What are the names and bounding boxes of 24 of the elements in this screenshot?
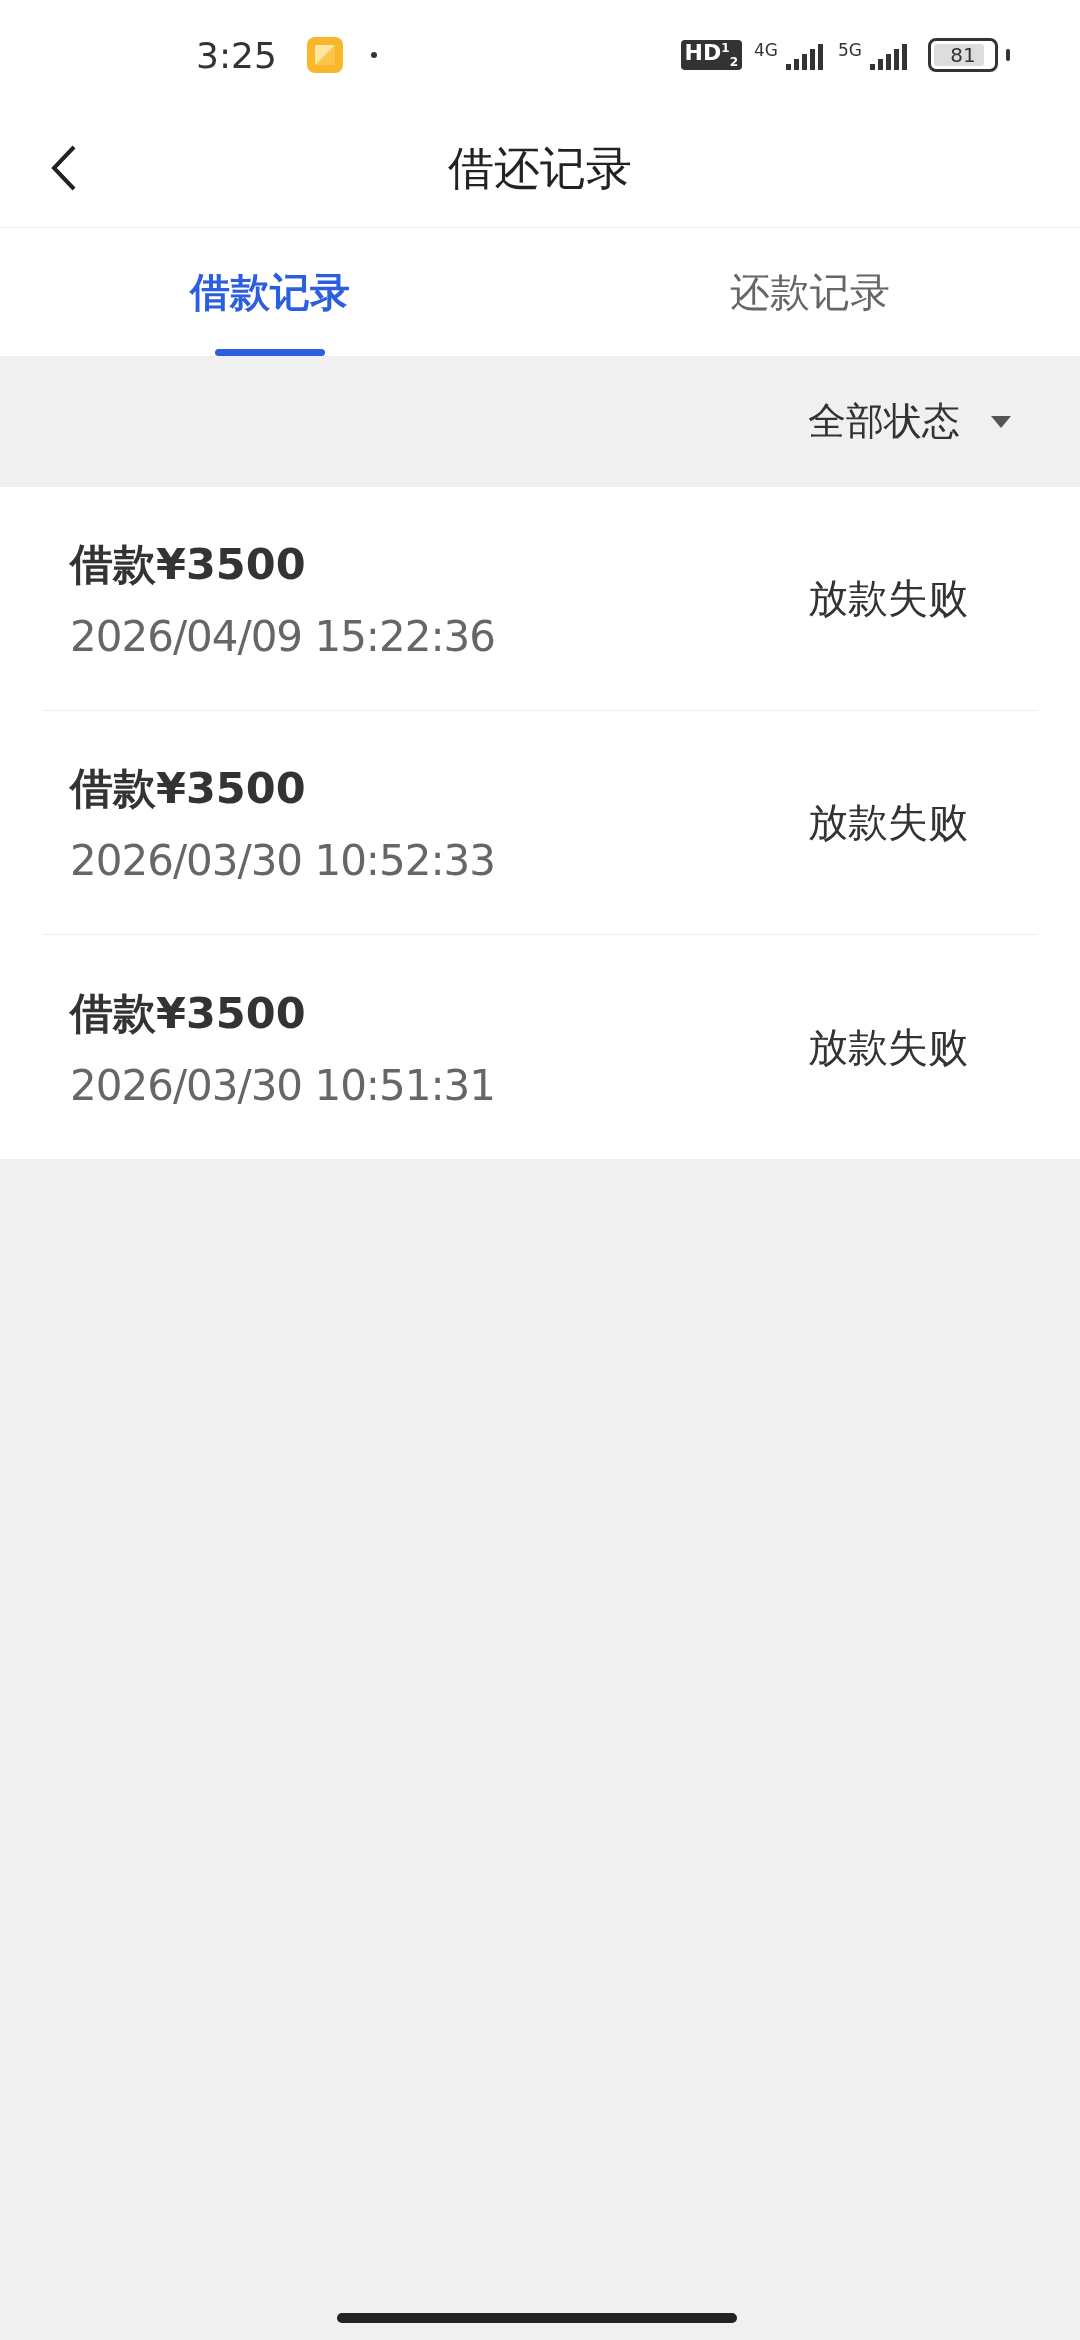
loan-amount: 借款¥3500 — [70, 986, 307, 1040]
loan-time: 2026/04/09 15:22:36 — [70, 612, 496, 661]
loan-record-row[interactable]: 借款¥3500 2026/03/30 10:52:33 放款失败 — [42, 711, 1038, 935]
loan-record-row[interactable]: 借款¥3500 2026/03/30 10:51:31 放款失败 — [42, 935, 1038, 1159]
network-label: 4G — [754, 40, 778, 60]
loan-record-row[interactable]: 借款¥3500 2026/04/09 15:22:36 放款失败 — [42, 487, 1038, 711]
loan-status: 放款失败 — [808, 1022, 968, 1072]
status-filter-dropdown[interactable]: 全部状态 — [808, 396, 1012, 447]
loan-status: 放款失败 — [808, 798, 968, 847]
loan-status: 放款失败 — [808, 574, 968, 623]
network-label: 5G — [838, 40, 862, 60]
dropdown-caret-icon — [990, 414, 1012, 429]
loan-time: 2026/03/30 10:51:31 — [70, 1060, 496, 1110]
notification-dot-icon — [370, 52, 377, 58]
page-title: 借还记录 — [448, 139, 632, 197]
status-time: 3:25 — [196, 34, 277, 76]
tab[interactable]: 借款记录 — [190, 264, 350, 320]
battery-level: 81 — [950, 43, 976, 67]
gallery-app-icon — [306, 37, 343, 73]
loan-time: 2026/03/30 10:52:33 — [70, 836, 496, 885]
tab[interactable]: 还款记录 — [730, 264, 890, 320]
back-icon[interactable] — [50, 144, 78, 192]
loan-amount: 借款¥3500 — [70, 762, 307, 815]
loan-amount: 借款¥3500 — [70, 538, 307, 591]
